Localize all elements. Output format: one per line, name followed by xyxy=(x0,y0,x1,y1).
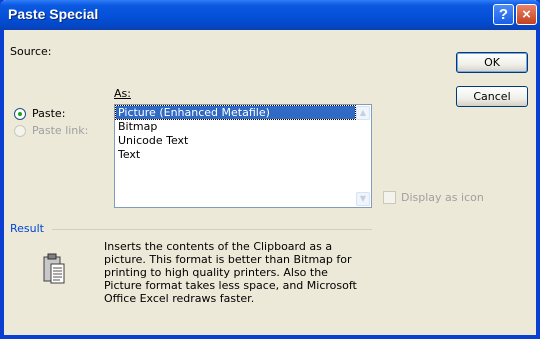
close-button[interactable]: × xyxy=(516,4,537,25)
paste-label[interactable]: Paste: xyxy=(32,107,65,120)
close-icon: × xyxy=(522,6,531,23)
paste-link-radio[interactable] xyxy=(14,125,26,137)
clipboard-icon xyxy=(43,253,65,284)
title-bar[interactable]: Paste Special ? × xyxy=(0,0,540,30)
paste-link-label[interactable]: Paste link: xyxy=(32,124,88,137)
source-label: Source: xyxy=(10,45,52,58)
result-line: Picture format takes less space, and Mic… xyxy=(104,279,357,292)
display-as-icon-label[interactable]: Display as icon xyxy=(401,191,484,204)
list-item[interactable]: Picture (Enhanced Metafile) xyxy=(115,105,356,120)
paste-radio[interactable] xyxy=(14,108,26,120)
result-line: printing to high quality printers. Also … xyxy=(104,266,328,279)
result-label: Result xyxy=(10,222,44,235)
result-line: Inserts the contents of the Clipboard as… xyxy=(104,240,333,253)
cancel-button[interactable]: Cancel xyxy=(456,86,528,107)
as-label: As: xyxy=(114,87,131,100)
list-item[interactable]: Unicode Text xyxy=(116,134,188,147)
list-item[interactable]: Bitmap xyxy=(116,120,157,133)
scroll-up-arrow[interactable]: ▲ xyxy=(356,106,370,120)
ok-button[interactable]: OK xyxy=(456,52,528,73)
as-listbox[interactable]: Picture (Enhanced Metafile) Bitmap Unico… xyxy=(114,104,372,208)
result-description: Inserts the contents of the Clipboard as… xyxy=(104,240,364,305)
scroll-down-arrow[interactable]: ▼ xyxy=(356,192,370,206)
display-as-icon-checkbox[interactable] xyxy=(383,191,396,204)
result-divider xyxy=(52,229,372,230)
list-item[interactable]: Text xyxy=(116,148,140,161)
dialog-title: Paste Special xyxy=(8,6,99,22)
result-line: Office Excel redraws faster. xyxy=(104,292,255,305)
help-icon: ? xyxy=(498,6,509,23)
help-button[interactable]: ? xyxy=(493,4,514,25)
result-line: picture. This format is better than Bitm… xyxy=(104,253,352,266)
